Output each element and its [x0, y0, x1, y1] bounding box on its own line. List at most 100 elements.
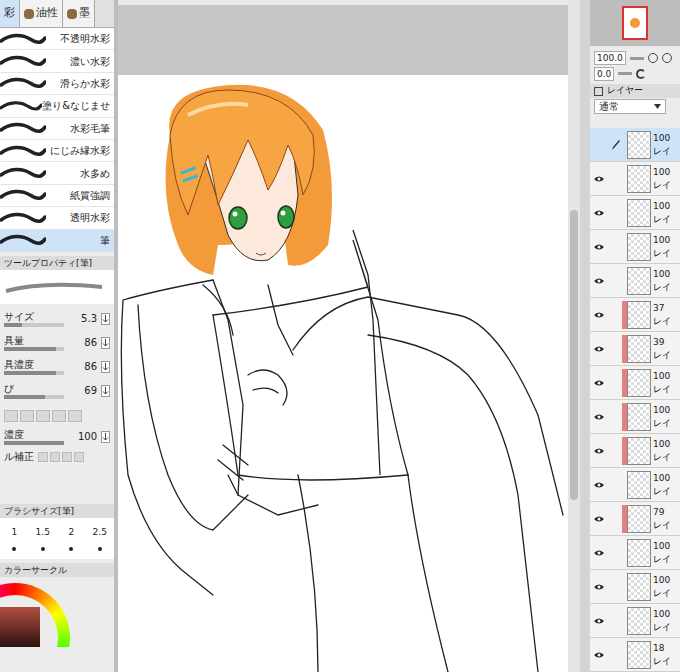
rotation-row[interactable]: 0.0 — [590, 66, 680, 82]
eye-icon[interactable] — [593, 617, 605, 625]
brush-tab[interactable]: 墨 — [63, 0, 95, 27]
eye-icon[interactable] — [593, 277, 605, 285]
zoom-out-icon[interactable] — [662, 53, 672, 63]
eye-icon[interactable] — [593, 481, 605, 489]
arrow-down-icon[interactable] — [101, 361, 110, 373]
eye-icon[interactable] — [593, 311, 605, 319]
property-row[interactable]: 具量86 — [0, 332, 114, 354]
brush-tab-icon — [24, 9, 34, 19]
brush-item[interactable]: 透明水彩 — [0, 207, 114, 229]
layer-row[interactable]: 39レイ — [590, 332, 680, 366]
brush-stroke-icon — [0, 121, 46, 135]
navigator-thumbnail[interactable] — [590, 0, 680, 46]
brush-tab-icon — [67, 9, 77, 19]
layer-thumbnail — [627, 369, 651, 397]
arrow-down-icon[interactable] — [101, 337, 110, 349]
rotate-icon[interactable] — [636, 69, 646, 79]
arrow-down-icon[interactable] — [101, 313, 110, 325]
color-wheel[interactable] — [0, 577, 114, 647]
tool-property-header: ツールプロパティ[筆] — [0, 256, 114, 270]
correction-row[interactable]: ル補正 — [0, 448, 114, 466]
layer-thumbnail — [627, 335, 651, 363]
brush-item[interactable]: 筆 — [0, 230, 114, 252]
eye-icon[interactable] — [593, 515, 605, 523]
brush-stroke-icon — [0, 233, 46, 247]
eye-icon[interactable] — [593, 447, 605, 455]
brush-stroke-icon — [0, 188, 46, 202]
eye-icon[interactable] — [593, 243, 605, 251]
layer-thumbnail — [627, 301, 651, 329]
property-row[interactable]: 具濃度86 — [0, 356, 114, 378]
layer-row[interactable]: 100レイ — [590, 196, 680, 230]
eye-icon[interactable] — [593, 583, 605, 591]
brush-size-grid: 11.522.5 — [0, 518, 114, 560]
brush-tab[interactable]: 油性 — [20, 0, 63, 27]
layer-row[interactable]: 100レイ — [590, 536, 680, 570]
layer-row[interactable]: 79レイ — [590, 502, 680, 536]
zoom-row[interactable]: 100.0 — [590, 50, 680, 66]
property-slider[interactable] — [4, 323, 64, 327]
layer-row[interactable]: 100レイ — [590, 468, 680, 502]
eye-icon[interactable] — [593, 413, 605, 421]
brush-size-item[interactable]: 2 — [57, 522, 86, 556]
brush-item[interactable]: 塗り&なじませ — [0, 95, 114, 117]
brush-list: 不透明水彩濃い水彩滑らか水彩塗り&なじませ水彩毛筆にじみ縁水彩水多め紙質強調透明… — [0, 28, 114, 252]
layer-row[interactable]: 100レイ — [590, 400, 680, 434]
eye-icon[interactable] — [593, 345, 605, 353]
eye-icon[interactable] — [593, 175, 605, 183]
blend-mode-row[interactable]: 通常 — [590, 98, 680, 115]
layer-tab[interactable]: レイヤー — [607, 84, 643, 98]
layer-row[interactable]: 100レイ — [590, 366, 680, 400]
layer-row[interactable]: 100レイ — [590, 162, 680, 196]
eye-icon[interactable] — [593, 379, 605, 387]
brush-tab[interactable]: 彩 — [0, 0, 20, 27]
brush-stroke-icon — [0, 54, 46, 68]
brush-item[interactable]: 水多め — [0, 162, 114, 184]
brush-item[interactable]: 水彩毛筆 — [0, 118, 114, 140]
layer-row[interactable]: 100レイ — [590, 264, 680, 298]
eye-icon[interactable] — [593, 651, 605, 659]
layer-thumbnail — [627, 573, 651, 601]
eye-icon[interactable] — [593, 209, 605, 217]
brush-size-item[interactable]: 1 — [0, 522, 29, 556]
zoom-icon[interactable] — [648, 53, 658, 63]
layer-thumbnail — [627, 641, 651, 669]
brush-stroke-icon — [0, 211, 46, 225]
brush-stroke-icon — [0, 166, 46, 180]
layer-thumbnail — [627, 607, 651, 635]
color-box-row — [0, 406, 114, 426]
layer-row[interactable]: 100レイ — [590, 230, 680, 264]
layer-row[interactable]: 18レイ — [590, 638, 680, 672]
layer-row[interactable]: 100レイ — [590, 128, 680, 162]
eye-icon[interactable] — [593, 549, 605, 557]
brush-stroke-icon — [0, 32, 46, 46]
brush-item[interactable]: 濃い水彩 — [0, 50, 114, 72]
arrow-down-icon[interactable] — [101, 431, 110, 443]
layer-row[interactable]: 37レイ — [590, 298, 680, 332]
property-slider[interactable] — [4, 395, 64, 399]
brush-preview-stroke-icon — [4, 279, 104, 295]
brush-size-item[interactable]: 2.5 — [86, 522, 115, 556]
arrow-down-icon[interactable] — [101, 385, 110, 397]
brush-stroke-icon — [0, 99, 42, 113]
scrollbar[interactable] — [568, 0, 580, 672]
layer-row[interactable]: 100レイ — [590, 434, 680, 468]
property-slider[interactable] — [4, 347, 64, 351]
property-slider[interactable] — [4, 371, 64, 375]
density-row[interactable]: 濃度100 — [0, 426, 114, 448]
brush-tabs: 彩油性墨 — [0, 0, 114, 28]
brush-item[interactable]: にじみ縁水彩 — [0, 140, 114, 162]
brush-size-header: ブラシサイズ[筆] — [0, 504, 114, 518]
layer-row[interactable]: 100レイ — [590, 604, 680, 638]
brush-item[interactable]: 滑らか水彩 — [0, 73, 114, 95]
property-row[interactable]: サイズ5.3 — [0, 308, 114, 330]
brush-item[interactable]: 不透明水彩 — [0, 28, 114, 50]
brush-item[interactable]: 紙質強調 — [0, 185, 114, 207]
layer-row[interactable]: 100レイ — [590, 570, 680, 604]
canvas[interactable] — [118, 75, 568, 672]
layer-thumbnail — [627, 165, 651, 193]
brush-size-item[interactable]: 1.5 — [29, 522, 58, 556]
property-row[interactable]: び69 — [0, 380, 114, 402]
canvas-area — [118, 0, 568, 672]
color-panel-header: カラーサークル — [0, 563, 114, 577]
